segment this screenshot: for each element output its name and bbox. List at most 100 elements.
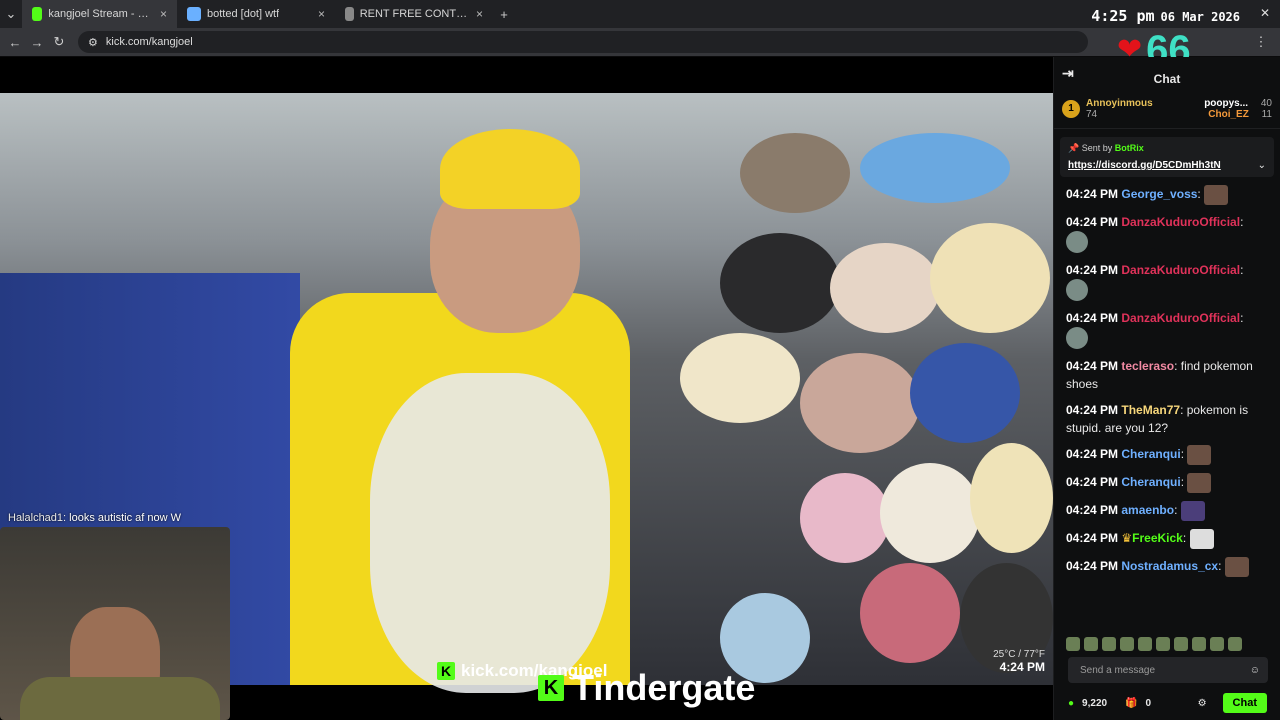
emote-icon[interactable] [1192,637,1206,651]
chat-message-input[interactable]: Send a message ☺ [1068,657,1268,683]
collapse-chat-icon[interactable]: ⇥ [1062,65,1074,82]
browser-tab-bar: ⌄ kangjoel Stream - Watch Live × botted … [0,0,1280,28]
chat-username[interactable]: FreeKick [1132,531,1183,545]
emote-icon[interactable] [1138,637,1152,651]
pin-icon: 📌 [1068,143,1080,153]
chat-username[interactable]: Cheranqui [1121,447,1180,461]
emoji-picker-icon[interactable]: ☺ [1250,665,1260,676]
gift-icon[interactable]: 🎁 [1125,698,1137,709]
chat-username[interactable]: Nostradamus_cx [1121,559,1218,573]
weather-overlay: 25°C / 77°F 4:24 PM [993,649,1045,674]
weather-temp: 25°C / 77°F [993,649,1045,660]
chat-username[interactable]: amaenbo [1121,503,1174,517]
emote-icon [1066,327,1088,349]
streamer-webcam [0,527,230,720]
new-tab-icon[interactable]: + [493,7,515,22]
clock-time: 4:25 pm [1091,7,1155,25]
tab-rent-free[interactable]: RENT FREE CONTENT NETWORK × [335,0,493,28]
settings-gear-icon[interactable]: ⚙ [1198,698,1207,709]
emote-bar [1054,631,1280,657]
chat-message: 04:24 PM DanzaKuduroOfficial: [1066,309,1268,349]
chat-message: 04:24 PM Cheranqui: [1066,445,1268,465]
tab-list-icon[interactable]: ⌄ [0,6,22,22]
close-icon[interactable]: × [476,7,483,21]
emote-icon [1189,529,1214,549]
send-chat-button[interactable]: Chat [1222,693,1267,713]
chat-username[interactable]: tecleraso [1121,359,1174,373]
pinned-sender[interactable]: BotRix [1115,143,1144,153]
channel-points[interactable]: 9,220 [1082,698,1107,709]
chat-header: ⇥ Chat [1054,57,1280,89]
chat-username[interactable]: Cheranqui [1121,475,1180,489]
kick-logo-icon: K [437,662,455,680]
pinned-message: 📌 Sent by BotRix https://discord.gg/D5CD… [1060,137,1274,177]
caption-text: Tindergate [572,667,756,708]
crown-icon: ♛ [1121,531,1133,546]
clock-date: 06 Mar 2026 [1160,10,1240,24]
clock: 4:25 pm 06 Mar 2026 [1091,7,1240,25]
rent-free-favicon-icon [345,7,354,21]
chat-username[interactable]: DanzaKuduroOfficial [1121,263,1240,277]
leader-score: 74 [1086,108,1098,120]
emote-icon[interactable] [1174,637,1188,651]
chat-message: 04:24 PM tecleraso: find pokemon shoes [1066,359,1253,391]
chat-username[interactable]: DanzaKuduroOfficial [1121,311,1240,325]
chat-panel: ⇥ Chat 1 Annoyinmous 74 poopys... 40 Cho… [1053,57,1280,720]
window-close-icon[interactable]: ✕ [1260,6,1270,20]
chat-message: 04:24 PM George_voss: [1066,185,1268,205]
chat-username[interactable]: DanzaKuduroOfficial [1121,215,1240,229]
video-player[interactable]: Halalchad1: looks autistic af now W 25°C… [0,57,1053,720]
chat-message: 04:24 PM DanzaKuduroOfficial: [1066,213,1268,253]
emote-icon [1187,445,1212,465]
leader-score: 40 [1260,97,1272,109]
forward-icon[interactable]: → [26,35,48,50]
chat-username[interactable]: George_voss [1121,187,1197,201]
botted-favicon-icon [187,7,201,21]
streamer-shirt [20,677,220,720]
tab-kangjoel[interactable]: kangjoel Stream - Watch Live × [22,0,177,28]
emote-icon [1066,231,1088,253]
tab-title: RENT FREE CONTENT NETWORK [359,8,470,20]
emote-icon[interactable] [1228,637,1242,651]
emote-icon[interactable] [1084,637,1098,651]
chat-footer: ● 9,220 🎁 0 ⚙ Chat [1054,689,1280,717]
pinned-sent-by: Sent by [1081,143,1113,153]
overlay-chat-message: Halalchad1: looks autistic af now W [8,512,181,524]
chat-message: 04:24 PM DanzaKuduroOfficial: [1066,261,1268,301]
back-icon[interactable]: ← [4,35,26,50]
emote-icon [1224,557,1249,577]
close-icon[interactable]: × [318,7,325,21]
emote-icon[interactable] [1066,637,1080,651]
leader-name[interactable]: Annoyinmous [1086,98,1153,109]
leader-name[interactable]: Choi_EZ [1208,109,1249,120]
address-bar: ← → ↻ ⚙ kick.com/kangjoel ⋮ [0,28,1280,56]
plastic-bag [370,373,610,693]
chat-message: 04:24 PM TheMan77: pokemon is stupid. ar… [1066,403,1249,435]
leader-name[interactable]: poopys... [1204,98,1248,109]
chat-message: 04:24 PM Cheranqui: [1066,473,1268,493]
tab-botted[interactable]: botted [dot] wtf × [177,0,335,28]
emote-icon [1187,473,1212,493]
overlay-time: 4:24 PM [999,660,1045,674]
reload-icon[interactable]: ↻ [48,34,70,50]
emote-icon[interactable] [1210,637,1224,651]
emote-icon[interactable] [1120,637,1134,651]
discord-link[interactable]: https://discord.gg/D5CDmHh3tN [1068,160,1266,171]
url-text: kick.com/kangjoel [105,36,193,48]
overlay-chat-user: Halalchad1: [8,512,67,524]
points-icon: ● [1068,697,1075,709]
chat-username[interactable]: TheMan77 [1121,403,1180,417]
stream-caption: K Tindergate [538,667,755,709]
url-field[interactable]: ⚙ kick.com/kangjoel [78,31,1088,53]
menu-icon[interactable]: ⋮ [1250,34,1272,50]
site-info-icon[interactable]: ⚙ [88,36,98,49]
tab-title: kangjoel Stream - Watch Live [48,8,154,20]
emote-icon[interactable] [1102,637,1116,651]
chat-input-placeholder: Send a message [1080,664,1156,676]
chevron-down-icon[interactable]: ⌄ [1258,160,1266,171]
emote-icon [1204,185,1229,205]
emote-icon[interactable] [1156,637,1170,651]
chat-message: 04:24 PM ♛FreeKick: [1066,529,1268,549]
close-icon[interactable]: × [160,7,167,21]
person-hat [440,129,580,209]
